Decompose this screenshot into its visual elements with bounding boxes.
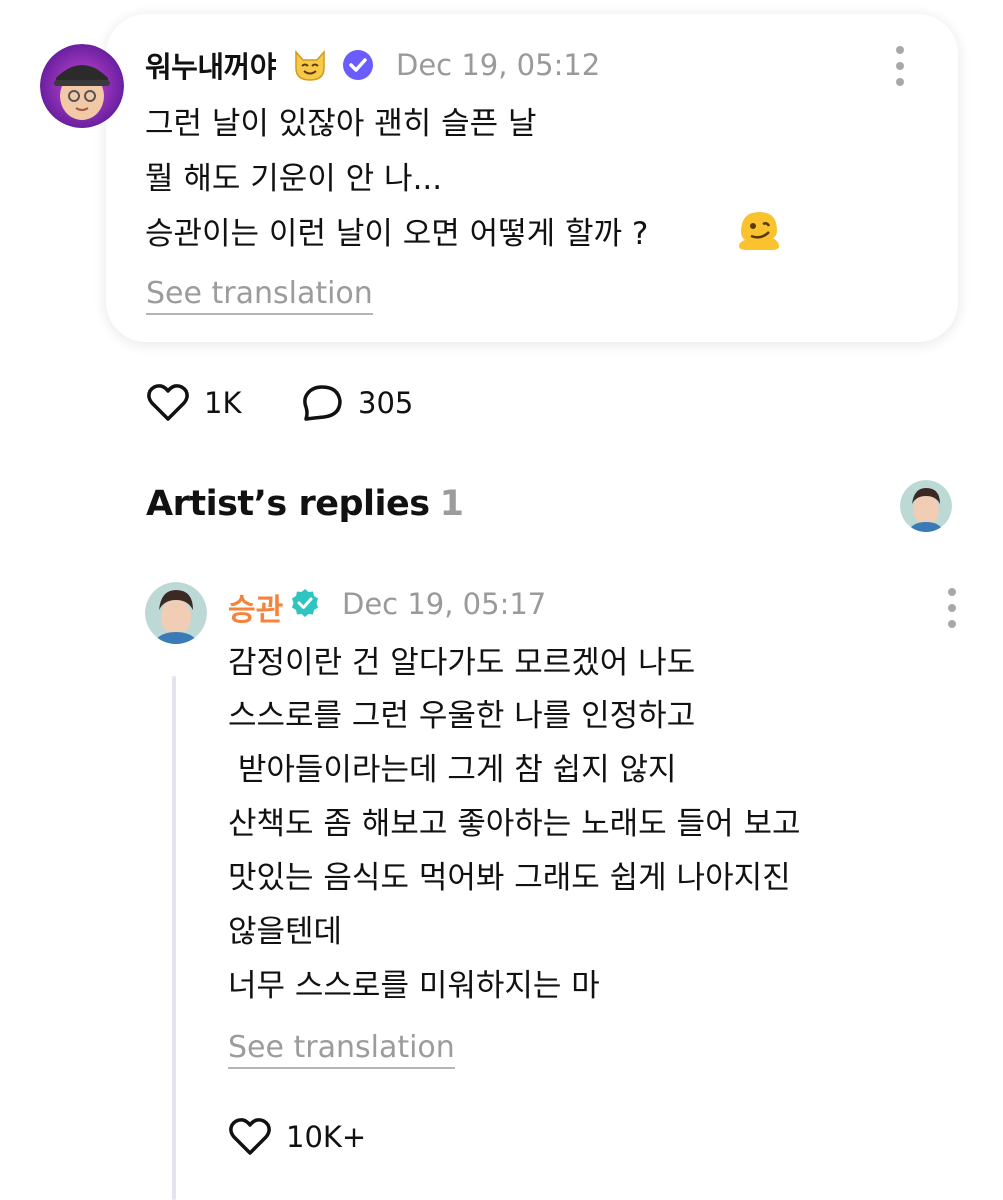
post-reply-count: 305 (358, 386, 414, 420)
post-reply-button[interactable]: 305 (300, 383, 413, 423)
heart-icon (147, 384, 189, 421)
post-body-line: 뭘 해도 기운이 안 나... (145, 161, 443, 197)
artist-replies-heading: Artist’s replies 1 (146, 484, 464, 524)
reply-timestamp: Dec 19, 05:17 (342, 587, 547, 621)
reply-user-avatar[interactable] (145, 582, 207, 644)
post-timestamp: Dec 19, 05:12 (396, 48, 601, 82)
cat-face-icon (290, 44, 330, 84)
post-menu-kebab-icon[interactable] (890, 46, 910, 86)
reply-body-line: 받아들이라는데 그게 참 쉽지 않지 (228, 752, 677, 788)
reply-body-line: 감정이란 건 알다가도 모르겠어 나도 (228, 645, 696, 681)
melting-face-icon (735, 206, 783, 254)
reply-body-line: 산책도 좀 해보고 좋아하는 노래도 들어 보고 (228, 806, 801, 842)
verified-badge-icon (290, 588, 320, 618)
post-body-line: 승관이는 이런 날이 오면 어떻게 할까 ? (145, 216, 649, 252)
reply-menu-kebab-icon[interactable] (942, 588, 962, 628)
artist-avatar-small[interactable] (900, 480, 952, 532)
reply-body-line: 너무 스스로를 미워하지는 마 (228, 968, 600, 1004)
reply-like-button[interactable]: 10K+ (228, 1117, 366, 1157)
artist-replies-count: 1 (439, 484, 464, 524)
reply-thread-line (172, 676, 176, 1200)
post-like-count: 1K (204, 386, 242, 420)
reply-see-translation-link[interactable]: See translation (228, 1030, 455, 1069)
reply-username[interactable]: 승관 (228, 585, 283, 629)
post-see-translation-link[interactable]: See translation (146, 276, 373, 315)
speech-bubble-icon (303, 385, 342, 421)
reply-body-line: 스스로를 그런 우울한 나를 인정하고 (228, 698, 696, 734)
reply-body-line: 맛있는 음식도 먹어봐 그래도 쉽게 나아지진 (228, 860, 791, 896)
post-like-button[interactable]: 1K (146, 383, 241, 423)
verified-badge-icon (341, 48, 375, 82)
reply-like-count: 10K+ (286, 1120, 367, 1154)
heart-icon (229, 1118, 271, 1155)
reply-body-line: 않을텐데 (228, 914, 343, 950)
artist-replies-title: Artist’s replies (146, 484, 430, 524)
post-user-avatar[interactable] (40, 44, 124, 128)
post-body-line: 그런 날이 있잖아 괜히 슬픈 날 (145, 106, 537, 142)
post-username[interactable]: 워누내꺼야 (145, 44, 276, 86)
